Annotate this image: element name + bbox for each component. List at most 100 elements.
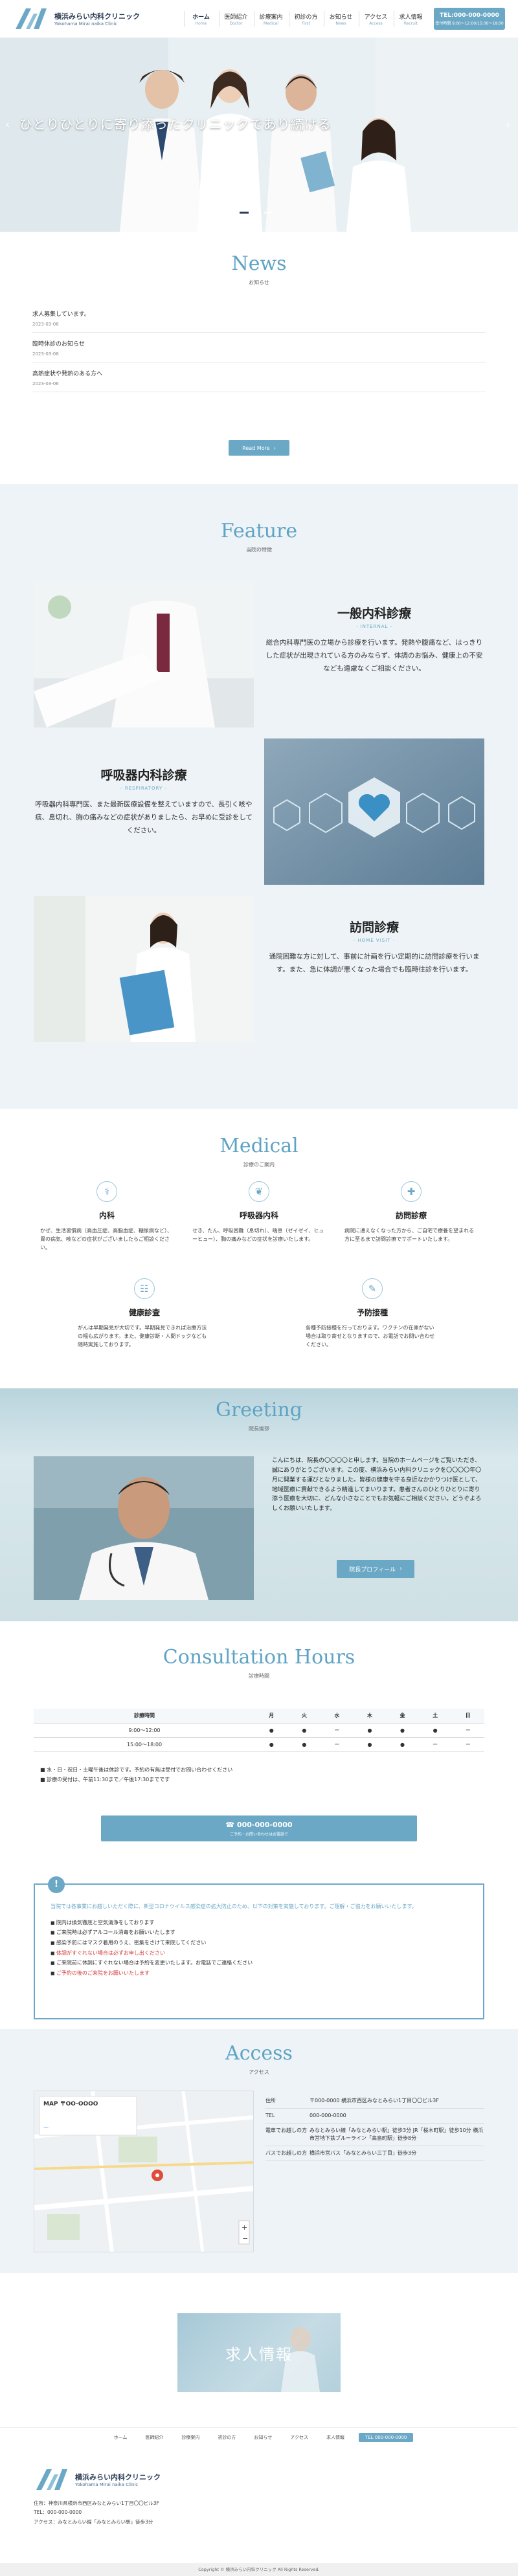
clipboard-icon: ☷ (134, 1278, 155, 1299)
reservation-tel-button[interactable]: ☎ 000-000-0000 ご予約・お問い合わせはお電話で (101, 1815, 417, 1841)
nav-access[interactable]: アクセス Access (359, 10, 392, 27)
nav-news[interactable]: お知らせ News (324, 10, 357, 27)
news-read-more-button[interactable]: Read More › (229, 440, 289, 456)
access-row: TEL 000-000-0000 (265, 2109, 484, 2124)
feature-title: 訪問診療 (349, 920, 399, 935)
copyright: Copyright © 横浜みらい内科クリニック All Rights Rese… (0, 2563, 518, 2576)
google-map[interactable]: MAP 〒OO-OOOO — + − (34, 2091, 254, 2252)
stethoscope-icon: ⚕ (96, 1181, 117, 1202)
footer-link-access[interactable]: アクセス (281, 2434, 317, 2441)
director-photo (34, 1456, 254, 1600)
access-title: Access (225, 2042, 293, 2065)
hours-notes: ■ 水・日・祝日・土曜午後は休診です。予約の有無は受付でお問い合わせください ■… (40, 1767, 233, 1783)
greeting-message: こんにちは、院長の〇〇〇〇と申します。当院のホームページをご覧いただき、誠にあり… (272, 1458, 482, 1513)
recruit-section: 求人情報 (0, 2273, 518, 2427)
svg-text:−: − (242, 2234, 248, 2243)
feature-internal-image (34, 581, 254, 727)
footer-link-recruit[interactable]: 求人情報 (317, 2434, 354, 2441)
feature-respiratory-image (264, 738, 484, 885)
alert-icon: ! (48, 1876, 65, 1893)
news-list: 求人募集しています。 2023-03-06 臨時休診のお知らせ 2023-03-… (32, 303, 486, 392)
notice-list: 院内は換気徹底と空気清浄をしております ご来院時は必ずアルコール消毒をお願いいた… (51, 1918, 467, 1979)
nav-medical[interactable]: 診療案内 Medical (254, 10, 287, 27)
header-tel-button[interactable]: TEL:000-000-0000 受付時間 9:00〜12:00/15:00〜1… (434, 8, 505, 30)
medical-card-home-visit[interactable]: ✚ 訪問診療 病院に通えなくなった方から、ご自宅で療養を望まれる方に至るまで訪問… (344, 1181, 478, 1244)
news-section: News お知らせ 求人募集しています。 2023-03-06 臨時休診のお知ら… (0, 232, 518, 484)
svg-text:+: + (242, 2223, 247, 2232)
svg-text:—: — (43, 2124, 49, 2130)
footer-info: 住所：神奈川県横浜市西区みなとみらい1丁目〇〇ビル3F TEL：000-000-… (34, 2500, 159, 2525)
feature-subtitle: 当院の特徴 (246, 547, 272, 553)
access-row: 住所 〒000-0000 横浜市西区みなとみらい1丁目〇〇ビル3F (265, 2094, 484, 2109)
hero-prev-arrow-icon[interactable]: ‹ (5, 118, 10, 131)
clinic-name: 横浜みらい内科クリニック (54, 12, 140, 21)
list-item: 感染予防にはマスク着用のうえ、密集をさけて来院してください (51, 1938, 467, 1948)
nav-home[interactable]: ホーム Home (184, 10, 218, 27)
access-section: Access アクセス MAP 〒OO-OOOO — + − 住所 〒000-0… (0, 2029, 518, 2273)
chevron-right-icon: › (400, 1566, 402, 1572)
lungs-icon: ❦ (249, 1181, 269, 1202)
footer-clinic-name-en: Yokohama Mirai naika Clinic (75, 2482, 139, 2487)
map-place-name: MAP 〒OO-OOOO (43, 2101, 98, 2107)
list-item: ご予約の後のご来院をお願いいたします (51, 1968, 467, 1979)
footer-tel-button[interactable]: TEL 000-000-0000 (358, 2433, 414, 2442)
hero-slider: ‹ ひとりひとりに寄り添ったクリニックであり続ける › (0, 38, 518, 232)
clinic-logo[interactable]: 横浜みらい内科クリニック Yokohama Mirai naika Clinic (13, 6, 140, 32)
hours-table: 診療時間 月 火 水 木 金 土 日 9:00〜12:00 ● ● ー ● ● … (34, 1709, 484, 1752)
footer-link-first[interactable]: 初診の方 (208, 2434, 245, 2441)
hero-next-arrow-icon[interactable]: › (506, 118, 510, 131)
hero-dot[interactable] (264, 212, 273, 214)
feature-home-visit: 訪問診療 - HOME VISIT - 通院困難な方に対して、事前に計画を行い定… (264, 918, 484, 977)
medical-card-respiratory[interactable]: ❦ 呼吸器内科 せき、たん、呼吸困難（息切れ）、喘息（ゼイゼイ、ヒューヒュー）、… (192, 1181, 326, 1244)
footer-link-home[interactable]: ホーム (105, 2434, 137, 2441)
access-subtitle: アクセス (249, 2069, 269, 2075)
feature-title: 呼吸器内科診療 (100, 768, 187, 783)
logo-mark-icon (36, 2469, 67, 2490)
feature-title: Feature (220, 520, 298, 542)
nav-doctor[interactable]: 医師紹介 Doctor (219, 10, 253, 27)
access-row: 電車でお越しの方 みなとみらい線「みなとみらい駅」徒歩3分 JR「桜木町駅」徒歩… (265, 2124, 484, 2146)
clinic-name-en: Yokohama Mirai naika Clinic (54, 21, 118, 27)
news-item[interactable]: 臨時休診のお知らせ 2023-03-06 (32, 333, 486, 362)
hours-title: Consultation Hours (163, 1646, 355, 1669)
site-footer: ホーム 医師紹介 診療案内 初診の方 お知らせ アクセス 求人情報 TEL 00… (0, 2427, 518, 2576)
footer-link-news[interactable]: お知らせ (245, 2434, 281, 2441)
nav-first-visit[interactable]: 初診の方 First (289, 10, 322, 27)
feature-home-visit-image (34, 896, 254, 1042)
news-item[interactable]: 高熱症状や発熱のある方へ 2023-03-06 (32, 362, 486, 392)
notice-lead: 当院では各事業にお越しいただく際に、新型コロナウイルス感染症の拡大防止のため、以… (51, 1904, 417, 1909)
hero-copy: ひとりひとりに寄り添ったクリニックであり続ける (19, 117, 332, 132)
hero-pagination (240, 212, 273, 214)
medical-bag-icon: ✚ (401, 1181, 422, 1202)
list-item: 体調がすぐれない場合は必ずお申し出ください (51, 1948, 467, 1959)
medical-card-internal[interactable]: ⚕ 内科 かぜ、生活習慣病（高血圧症、高脂血症、糖尿病など）、胃の病気、咳などの… (40, 1181, 174, 1252)
nav-recruit[interactable]: 求人情報 Recruit (394, 10, 427, 27)
medical-section: Medical 診療のご案内 ⚕ 内科 かぜ、生活習慣病（高血圧症、高脂血症、糖… (0, 1109, 518, 1388)
list-item: ご来院時は必ずアルコール消毒をお願いいたします (51, 1927, 467, 1938)
hero-dot[interactable] (252, 212, 261, 214)
news-item[interactable]: 求人募集しています。 2023-03-06 (32, 303, 486, 333)
medical-card-checkup[interactable]: ☷ 健康診査 がんは早期発見が大切です。早期発見できれば治療方法の幅も広がります… (78, 1278, 211, 1349)
table-row: 15:00〜18:00 ● ● ー ● ● ー ー (34, 1737, 484, 1752)
table-header-row: 診療時間 月 火 水 木 金 土 日 (34, 1709, 484, 1724)
footer-nav: ホーム 医師紹介 診療案内 初診の方 お知らせ アクセス 求人情報 TEL 00… (0, 2428, 518, 2442)
list-item: 院内は換気徹底と空気清浄をしております (51, 1918, 467, 1928)
feature-title: 一般内科診療 (337, 606, 411, 621)
feature-respiratory: 呼吸器内科診療 - RESPIRATORY - 呼吸器内科専門医、また最新医療設… (34, 766, 254, 838)
footer-link-medical[interactable]: 診療案内 (172, 2434, 208, 2441)
main-nav: ホーム Home 医師紹介 Doctor 診療案内 Medical 初診の方 First… (184, 8, 505, 30)
news-subtitle: お知らせ (249, 280, 269, 285)
list-item: ご来院前に体調にすぐれない場合は予約を変更いたします。お電話でご連絡ください (51, 1958, 467, 1968)
site-header: 横浜みらい内科クリニック Yokohama Mirai naika Clinic… (0, 0, 518, 38)
footer-logo[interactable]: 横浜みらい内科クリニック Yokohama Mirai naika Clinic (34, 2467, 161, 2493)
recruit-banner[interactable]: 求人情報 (177, 2313, 341, 2392)
greeting-section: Greeting 院長挨拶 こんにちは、院長の〇〇〇〇と申します。当院のホームペ… (0, 1388, 518, 1621)
hours-section: Consultation Hours 診療時間 診療時間 月 火 水 木 金 土… (0, 1621, 518, 2029)
logo-mark-icon (16, 8, 47, 29)
access-info: 住所 〒000-0000 横浜市西区みなとみらい1丁目〇〇ビル3F TEL 00… (265, 2094, 484, 2161)
hero-dot[interactable] (240, 212, 249, 214)
medical-card-vaccination[interactable]: ✎ 予防接種 各種予防接種を行っております。ワクチンの在庫がない場合は取り寄せと… (306, 1278, 439, 1349)
director-profile-button[interactable]: 院長プロフィール › (337, 1560, 414, 1578)
footer-link-doctor[interactable]: 医師紹介 (136, 2434, 172, 2441)
feature-section: Feature 当院の特徴 一般内科診療 - INTERNAL - 総合内科専門… (0, 484, 518, 1109)
